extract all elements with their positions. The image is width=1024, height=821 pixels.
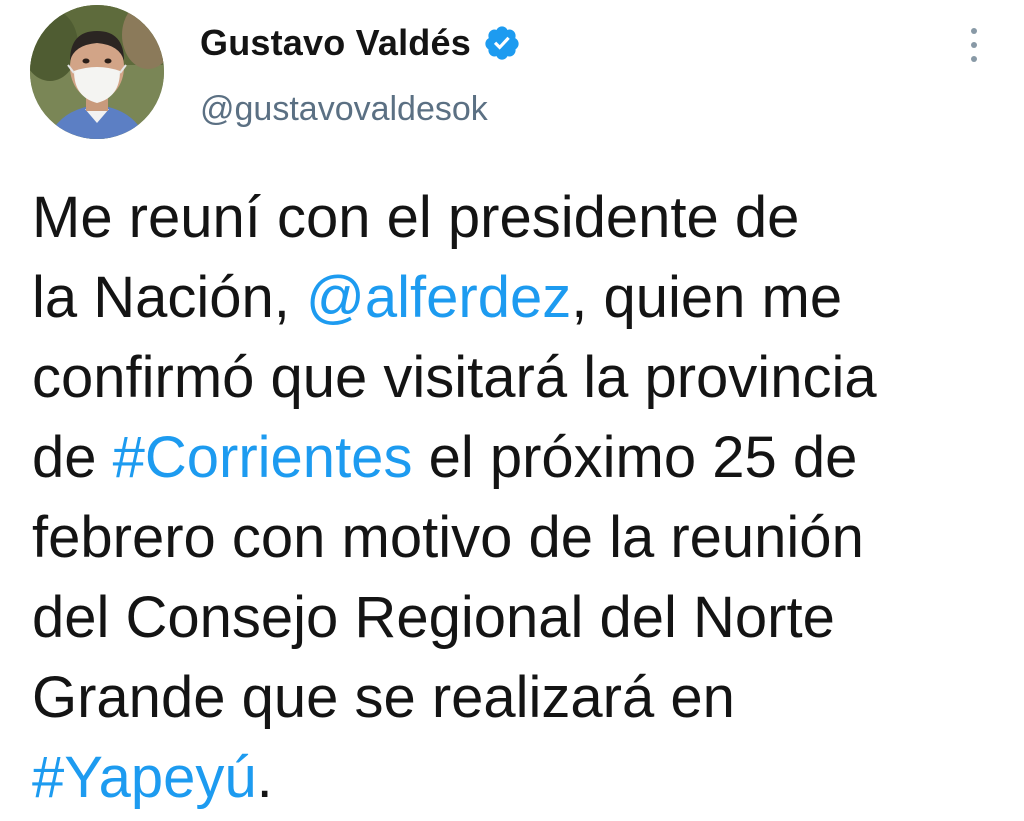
vertical-ellipsis-icon: [971, 42, 977, 48]
tweet-text-segment: la Nación,: [32, 265, 307, 330]
tweet-text-line: de #Corrientes el próximo 25 de: [32, 418, 992, 498]
tweet-card: Gustavo Valdés @gustavovaldesok Me reuní…: [0, 0, 1024, 821]
tweet-text-line: la Nación, @alferdez, quien me: [32, 258, 992, 338]
tweet-text-segment: Grande que se realizará en: [32, 665, 735, 730]
tweet-text-line: del Consejo Regional del Norte: [32, 578, 992, 658]
tweet-text-segment: el próximo 25 de: [412, 425, 858, 490]
tweet-text-line: Me reuní con el presidente de: [32, 178, 992, 258]
tweet-text-segment: del Consejo Regional del Norte: [32, 585, 835, 650]
vertical-ellipsis-icon: [971, 56, 977, 62]
tweet-text-segment: , quien me: [571, 265, 843, 330]
tweet-text-segment: Me reuní con el presidente de: [32, 185, 800, 250]
author-avatar[interactable]: [30, 5, 164, 139]
tweet-text-segment: febrero con motivo de la reunión: [32, 505, 864, 570]
profile-photo-icon: [30, 5, 164, 139]
author-display-name[interactable]: Gustavo Valdés: [200, 22, 471, 64]
tweet-text-line: Grande que se realizará en: [32, 658, 992, 738]
author-identity: Gustavo Valdés @gustavovaldesok: [200, 18, 521, 129]
tweet-text-segment: confirmó que visitará la provincia: [32, 345, 877, 410]
hashtag-link[interactable]: #Corrientes: [113, 425, 413, 490]
tweet-text: Me reuní con el presidente de la Nación, …: [32, 178, 992, 818]
tweet-text-segment: .: [256, 745, 273, 810]
vertical-ellipsis-icon: [971, 28, 977, 34]
verified-badge-icon: [483, 24, 521, 62]
author-handle[interactable]: @gustavovaldesok: [200, 90, 521, 129]
mention-link[interactable]: @alferdez: [306, 265, 571, 330]
more-options-button[interactable]: [968, 28, 980, 62]
tweet-text-segment: de: [32, 425, 113, 490]
tweet-text-line: confirmó que visitará la provincia: [32, 338, 992, 418]
tweet-text-line: #Yapeyú.: [32, 738, 992, 818]
hashtag-link[interactable]: #Yapeyú: [32, 745, 257, 810]
name-row: Gustavo Valdés: [200, 18, 521, 68]
tweet-text-line: febrero con motivo de la reunión: [32, 498, 992, 578]
